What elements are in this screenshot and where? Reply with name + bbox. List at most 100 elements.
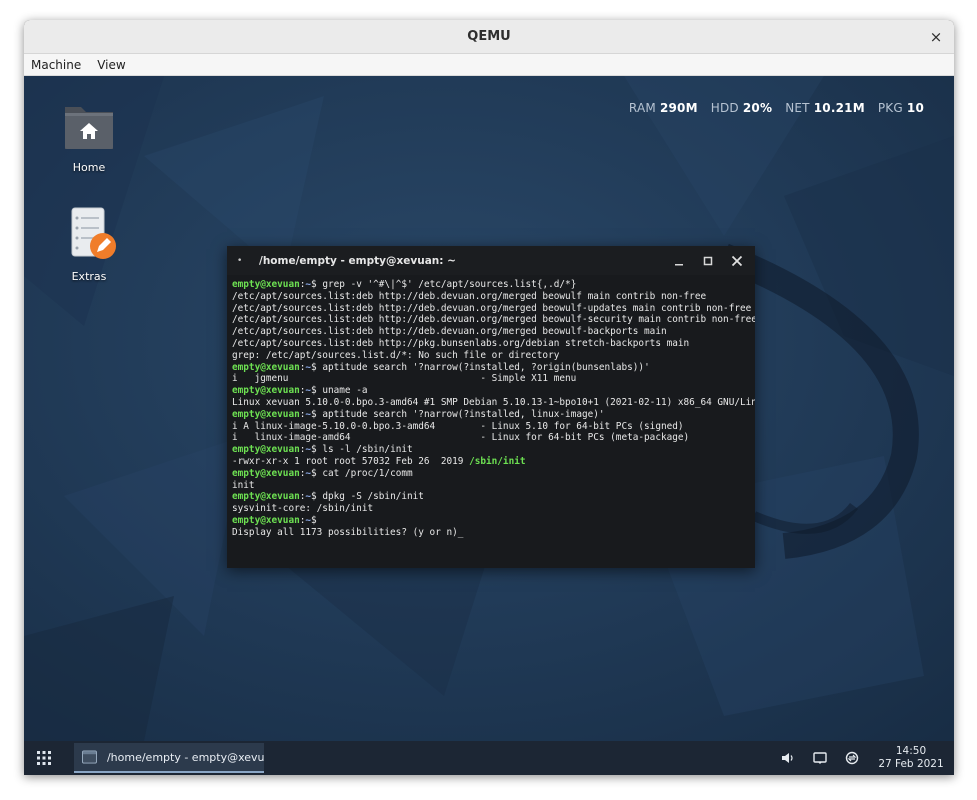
terminal-close-button[interactable] [722,246,751,275]
system-tray: 14:50 27 Feb 2021 [772,741,954,775]
system-monitor: RAM 290M HDD 20% NET 10.21M PKG 10 [629,101,924,115]
guest-desktop: RAM 290M HDD 20% NET 10.21M PKG 10 Home [24,76,954,741]
network-button[interactable] [836,741,868,775]
prompt-user: empty@xevuan [232,467,300,479]
ram-label: RAM [628,101,656,115]
taskbar-item-terminal[interactable]: /home/empty - empty@xevu... [74,743,264,773]
terminal-output-line: grep: /etc/apt/sources.list.d/*: No such… [232,350,755,362]
output-text: grep: /etc/apt/sources.list.d/*: No such… [232,349,560,361]
clock[interactable]: 14:50 27 Feb 2021 [868,745,954,771]
close-button[interactable]: × [926,27,946,47]
prompt-user: empty@xevuan [232,514,300,526]
terminal-titlebar[interactable]: • /home/empty - empty@xevuan: ~ [227,246,755,275]
window-title: QEMU [467,29,511,44]
app-launcher-button[interactable] [24,741,64,775]
prompt-end: $ [311,361,323,373]
command-text: aptitude search '?narrow(?installed, ?or… [322,361,650,373]
prompt-user: empty@xevuan [232,279,300,290]
output-text: Linux xevuan 5.10.0-0.bpo.3-amd64 #1 SMP… [232,396,755,408]
prompt-end: $ [311,279,323,290]
terminal-command-line: empty@xevuan:~$ uname -a [232,385,755,397]
terminal-output-line: /etc/apt/sources.list:deb http://pkg.bun… [232,338,755,350]
prompt-end: $ [311,444,323,456]
hdd-value: 20% [742,101,773,115]
apps-grid-icon [37,751,51,765]
pkg-value: 10 [906,101,924,115]
terminal-output-line: /etc/apt/sources.list:deb http://deb.dev… [232,291,755,303]
net-label: NET [785,101,810,115]
output-text: init [232,479,255,491]
prompt-user: empty@xevuan [232,444,300,456]
taskbar-item-label: /home/empty - empty@xevu... [106,750,264,764]
desktop-icon-extras[interactable]: Extras [54,206,124,283]
volume-button[interactable] [772,741,804,775]
terminal-command-line: empty@xevuan:~$ dpkg -S /sbin/init [232,491,755,503]
hdd-label: HDD [710,101,739,115]
qemu-titlebar[interactable]: QEMU × [24,20,954,54]
close-icon [731,255,742,266]
prompt-end: $ [311,467,323,479]
terminal-command-line: empty@xevuan:~$ ls -l /sbin/init [232,444,755,456]
volume-icon [782,753,793,763]
maximize-icon [703,256,712,265]
minimize-button[interactable] [664,246,693,275]
output-text: /etc/apt/sources.list:deb http://deb.dev… [232,290,707,302]
desktop-icon-label: Extras [71,270,107,283]
minimize-icon [674,263,683,265]
network-icon [845,751,859,765]
command-text: uname -a [322,385,368,397]
prompt-end: $ [311,491,323,503]
net-value: 10.21M [813,101,865,115]
command-text: cat /proc/1/comm [322,467,413,479]
pkg-label: PKG [877,101,903,115]
output-text: sysvinit-core: /sbin/init [232,503,374,515]
terminal-output-line: i jgmenu - Simple X11 menu [232,373,755,385]
menu-view[interactable]: View [97,58,125,72]
taskbar: /home/empty - empty@xevu... 14:50 27 Feb… [24,741,954,775]
output-text: /etc/apt/sources.list:deb http://deb.dev… [232,302,752,314]
folder-home-icon [65,107,113,149]
terminal-title: /home/empty - empty@xevuan: ~ [259,254,456,267]
command-text: dpkg -S /sbin/init [322,491,424,503]
text-cursor: _ [457,526,464,538]
terminal-output-line: /etc/apt/sources.list:deb http://deb.dev… [232,326,755,338]
terminal-output-line: sysvinit-core: /sbin/init [232,503,755,515]
terminal-command-line: empty@xevuan:~$ aptitude search '?narrow… [232,409,755,421]
prompt-user: empty@xevuan [232,361,300,373]
terminal-output-line: i A linux-image-5.10.0-0.bpo.3-amd64 - L… [232,421,755,433]
output-text: i A linux-image-5.10.0-0.bpo.3-amd64 - L… [232,420,684,432]
command-text: grep -v '^#\|^$' /etc/apt/sources.list{,… [322,279,577,290]
qemu-window: QEMU × Machine View RAM 290M HDD 20% NET… [24,20,954,775]
terminal-output-line: i linux-image-amd64 - Linux for 64-bit P… [232,432,755,444]
notification-icon [813,752,827,764]
desktop-icon-home[interactable]: Home [54,101,124,174]
output-text: Display all 1173 possibilities? (y or n) [232,526,458,538]
terminal-output-line: /etc/apt/sources.list:deb http://deb.dev… [232,303,755,315]
menubar: Machine View [24,54,954,76]
terminal-output-line: init [232,480,755,492]
terminal-output-line: -rwxr-xr-x 1 root root 57032 Feb 26 2019… [232,456,755,468]
output-text: -rwxr-xr-x 1 root root 57032 Feb 26 2019 [232,455,470,467]
notifications-button[interactable] [804,741,836,775]
terminal-output[interactable]: empty@xevuan:~$ grep -v '^#\|^$' /etc/ap… [227,275,755,568]
prompt-user: empty@xevuan [232,385,300,397]
output-text: i jgmenu - Simple X11 menu [232,373,577,385]
terminal-command-line: empty@xevuan:~$ aptitude search '?narrow… [232,362,755,374]
output-text: /etc/apt/sources.list:deb http://pkg.bun… [232,337,690,349]
clock-time: 14:50 [895,745,927,757]
terminal-window[interactable]: • /home/empty - empty@xevuan: ~ empty@xe… [227,246,755,568]
terminal-output-line: Display all 1173 possibilities? (y or n)… [232,527,755,539]
terminal-icon [82,750,97,764]
terminal-command-line: empty@xevuan:~$ grep -v '^#\|^$' /etc/ap… [232,279,755,291]
output-text: /etc/apt/sources.list:deb http://deb.dev… [232,326,667,338]
prompt-user: empty@xevuan [232,491,300,503]
terminal-menu-dot[interactable]: • [237,256,251,266]
document-edit-icon [71,207,116,259]
maximize-button[interactable] [693,246,722,275]
prompt-end: $ [311,408,323,420]
desktop-icon-label: Home [72,161,106,174]
terminal-output-line: /etc/apt/sources.list:deb http://deb.dev… [232,314,755,326]
prompt-end: $ [311,385,323,397]
menu-machine[interactable]: Machine [31,58,81,72]
output-highlight: /sbin/init [469,455,526,467]
